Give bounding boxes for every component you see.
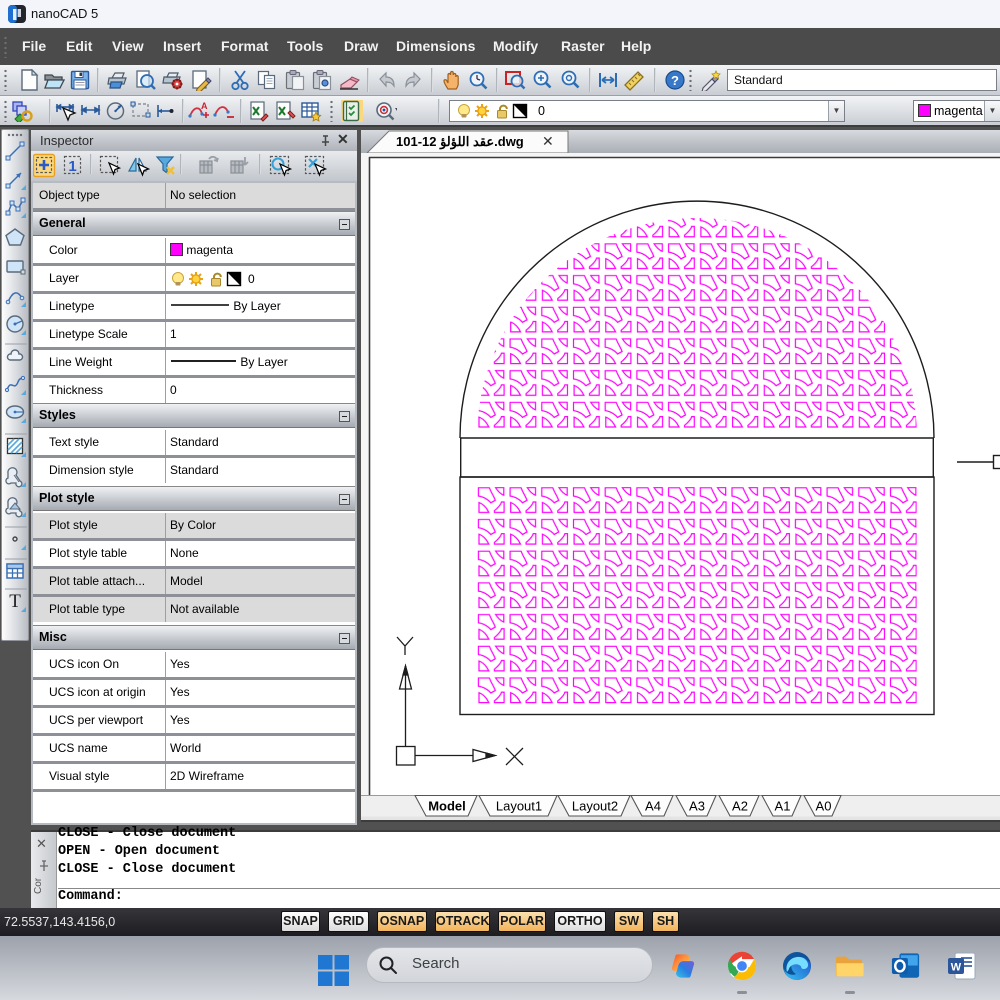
svg-text:W: W bbox=[951, 962, 962, 974]
svg-text:A0: A0 bbox=[816, 799, 832, 814]
svg-text:?: ? bbox=[671, 73, 679, 88]
svg-text:A4: A4 bbox=[645, 799, 661, 814]
svg-text:1: 1 bbox=[68, 158, 76, 175]
svg-text:A2: A2 bbox=[732, 799, 748, 814]
svg-text:T: T bbox=[9, 591, 21, 612]
svg-text:Layout2: Layout2 bbox=[572, 799, 618, 814]
svg-text:A: A bbox=[201, 101, 208, 111]
svg-text:A3: A3 bbox=[689, 799, 705, 814]
svg-text:Model: Model bbox=[428, 799, 466, 814]
svg-text:A1: A1 bbox=[775, 799, 791, 814]
svg-text:Layout1: Layout1 bbox=[496, 799, 542, 814]
